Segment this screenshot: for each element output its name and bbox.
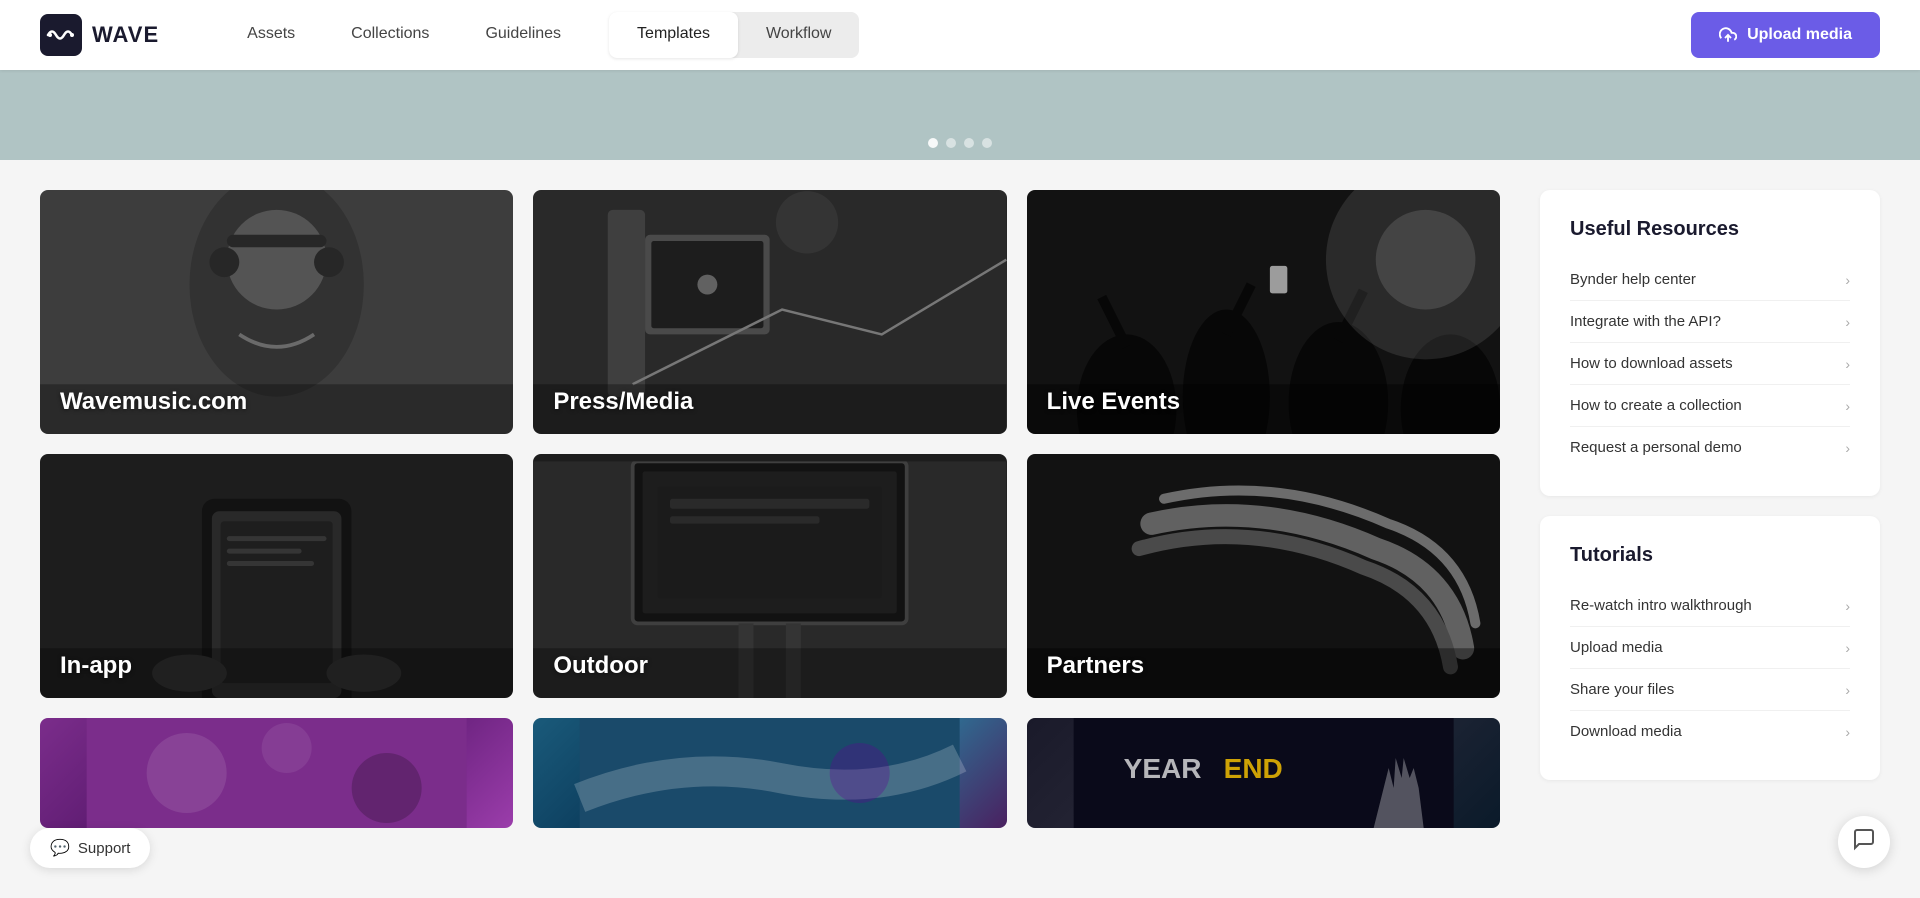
bottom-row: YEAR END <box>40 718 1500 828</box>
upload-cloud-icon <box>1719 26 1737 44</box>
nav-item-collections[interactable]: Collections <box>323 0 457 70</box>
upload-media-button[interactable]: Upload media <box>1691 12 1880 58</box>
tab-templates[interactable]: Templates <box>609 12 738 58</box>
content-area: Wavemusic.com <box>0 160 1920 858</box>
card-wavemusic-label: Wavemusic.com <box>60 388 247 416</box>
dot-3[interactable] <box>964 138 974 148</box>
useful-resources-title: Useful Resources <box>1570 218 1850 241</box>
logo[interactable]: WAVE <box>40 14 159 56</box>
link-bynder-help[interactable]: Bynder help center › <box>1570 259 1850 301</box>
nav-tabs-group: Templates Workflow <box>609 12 859 58</box>
card-partners-label: Partners <box>1047 652 1144 680</box>
card-live[interactable]: Live Events <box>1027 190 1500 434</box>
card-press-label: Press/Media <box>553 388 693 416</box>
card-bottom-1[interactable] <box>40 718 513 828</box>
link-download-media[interactable]: Download media › <box>1570 711 1850 752</box>
banner-strip <box>0 70 1920 160</box>
link-download-assets[interactable]: How to download assets › <box>1570 343 1850 385</box>
support-icon: 💬 <box>50 838 70 858</box>
link-integrate-api[interactable]: Integrate with the API? › <box>1570 301 1850 343</box>
chevron-icon-0: › <box>1845 272 1850 288</box>
card-press[interactable]: Press/Media <box>533 190 1006 434</box>
card-inapp[interactable]: In-app <box>40 454 513 698</box>
chevron-icon-8: › <box>1845 724 1850 740</box>
link-intro-walkthrough[interactable]: Re-watch intro walkthrough › <box>1570 585 1850 627</box>
tutorials-title: Tutorials <box>1570 544 1850 567</box>
card-wavemusic[interactable]: Wavemusic.com <box>40 190 513 434</box>
chevron-icon-5: › <box>1845 598 1850 614</box>
grid-row-2: In-app <box>40 454 1500 698</box>
sidebar: Useful Resources Bynder help center › In… <box>1540 190 1880 828</box>
card-inapp-label: In-app <box>60 652 132 680</box>
link-share-files[interactable]: Share your files › <box>1570 669 1850 711</box>
nav-item-assets[interactable]: Assets <box>219 0 323 70</box>
dot-2[interactable] <box>946 138 956 148</box>
card-live-label: Live Events <box>1047 388 1180 416</box>
svg-text:YEAR: YEAR <box>1123 753 1201 784</box>
grid-section: Wavemusic.com <box>40 190 1500 828</box>
banner-dots <box>928 138 992 148</box>
chevron-icon-4: › <box>1845 440 1850 456</box>
card-outdoor-label: Outdoor <box>553 652 648 680</box>
card-outdoor[interactable]: Outdoor <box>533 454 1006 698</box>
tab-workflow[interactable]: Workflow <box>738 12 860 58</box>
chevron-icon-3: › <box>1845 398 1850 414</box>
chevron-icon-7: › <box>1845 682 1850 698</box>
useful-resources-card: Useful Resources Bynder help center › In… <box>1540 190 1880 496</box>
header: WAVE Assets Collections Guidelines Templ… <box>0 0 1920 70</box>
card-bottom-3[interactable]: YEAR END <box>1027 718 1500 828</box>
logo-text: WAVE <box>92 22 159 48</box>
chat-icon <box>1852 827 1876 857</box>
support-button[interactable]: 💬 Support <box>30 828 150 868</box>
main-content: Wavemusic.com <box>0 0 1920 858</box>
wave-logo-icon <box>40 14 82 56</box>
chat-button[interactable] <box>1838 816 1890 868</box>
chevron-icon-1: › <box>1845 314 1850 330</box>
card-bottom-2[interactable] <box>533 718 1006 828</box>
link-create-collection[interactable]: How to create a collection › <box>1570 385 1850 427</box>
card-partners[interactable]: Partners <box>1027 454 1500 698</box>
link-upload-media[interactable]: Upload media › <box>1570 627 1850 669</box>
dot-1[interactable] <box>928 138 938 148</box>
nav-item-guidelines[interactable]: Guidelines <box>457 0 589 70</box>
tutorials-card: Tutorials Re-watch intro walkthrough › U… <box>1540 516 1880 780</box>
chevron-icon-2: › <box>1845 356 1850 372</box>
main-nav: Assets Collections Guidelines Templates … <box>219 0 1691 70</box>
dot-4[interactable] <box>982 138 992 148</box>
link-personal-demo[interactable]: Request a personal demo › <box>1570 427 1850 468</box>
chevron-icon-6: › <box>1845 640 1850 656</box>
grid-row-1: Wavemusic.com <box>40 190 1500 434</box>
svg-text:END: END <box>1223 753 1282 784</box>
